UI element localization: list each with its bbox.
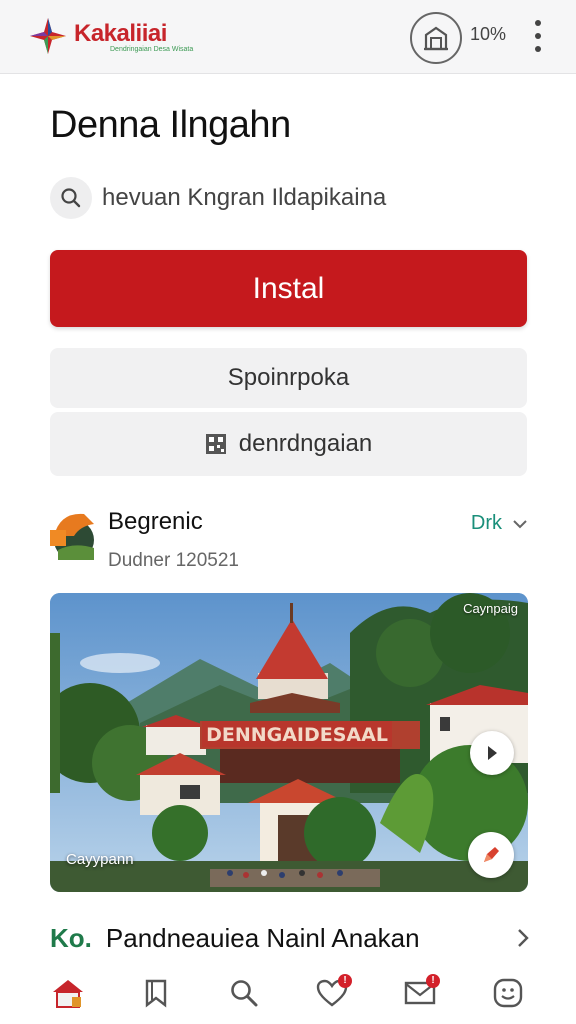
- nav-profile[interactable]: [480, 968, 536, 1018]
- app-tagline: Dendringaian Desa Wisata: [110, 46, 194, 53]
- follow-label: Drk: [470, 512, 502, 534]
- nav-bookmarks[interactable]: [128, 968, 184, 1018]
- page-title: Denna Ilngahn: [50, 104, 291, 146]
- app-logo[interactable]: Kakaliiai Dendringaian Desa Wisata: [28, 14, 193, 56]
- follow-dropdown[interactable]: Drk: [471, 512, 528, 535]
- hero-watermark: Caynpaig: [463, 601, 518, 616]
- next-image-button[interactable]: [470, 731, 514, 775]
- nav-favorites[interactable]: !: [304, 968, 360, 1018]
- logo-star-icon: [30, 18, 66, 54]
- hero-sign-text: DENNGAIDESAAL: [206, 724, 388, 746]
- list-prefix: Ko.: [50, 922, 92, 953]
- developer-name[interactable]: Begrenic: [108, 508, 203, 536]
- bookmark-icon: [145, 979, 167, 1008]
- qr-button[interactable]: denrdngaian: [50, 412, 527, 476]
- pencil-icon: [484, 847, 499, 862]
- village-scene-illustration: DENNGAIDESAAL: [50, 593, 528, 892]
- hero-image[interactable]: DENNGAIDESAAL Caynpaig Cayypann: [50, 593, 528, 892]
- search-icon[interactable]: [50, 177, 92, 219]
- bottom-navigation: ! !: [0, 962, 576, 1024]
- more-options-icon[interactable]: [528, 18, 548, 54]
- qr-button-label: denrdngaian: [238, 430, 373, 457]
- messages-badge: !: [426, 974, 440, 988]
- nav-messages[interactable]: !: [392, 968, 448, 1018]
- related-list-item[interactable]: Ko. Pandneauiea Nainl Anakan: [50, 918, 530, 958]
- subtitle-row[interactable]: hevuan Kngran Ildapikaina: [50, 176, 530, 220]
- app-name: Kakaliiai: [74, 20, 167, 47]
- chevron-right-icon: [518, 929, 529, 947]
- qr-code-icon: [205, 434, 226, 454]
- developer-meta: Dudner 120521: [108, 550, 239, 571]
- list-title: Pandneauiea Nainl Anakan: [105, 922, 420, 953]
- secondary-button[interactable]: Spoinrpoka: [50, 348, 527, 408]
- battery-status: 10%: [470, 24, 507, 44]
- nav-search[interactable]: [216, 968, 272, 1018]
- store-icon: [424, 26, 448, 51]
- home-icon: [53, 980, 83, 1008]
- chevron-right-icon: [488, 746, 497, 760]
- developer-row: Begrenic Dudner 120521 Drk: [50, 504, 530, 576]
- developer-avatar[interactable]: [50, 506, 96, 564]
- smile-icon: [493, 978, 523, 1008]
- install-button[interactable]: Instal: [50, 250, 527, 327]
- chevron-down-icon: [513, 519, 527, 528]
- favorites-badge: !: [338, 974, 352, 988]
- page-subtitle: hevuan Kngran Ildapikaina: [102, 184, 387, 211]
- hero-caption: Cayypann: [66, 851, 134, 868]
- search-icon: [231, 980, 258, 1007]
- app-top-bar: Kakaliiai Dendringaian Desa Wisata 10%: [0, 0, 576, 74]
- edit-button[interactable]: [468, 832, 514, 878]
- nav-home[interactable]: [40, 968, 96, 1018]
- store-button[interactable]: [410, 12, 462, 64]
